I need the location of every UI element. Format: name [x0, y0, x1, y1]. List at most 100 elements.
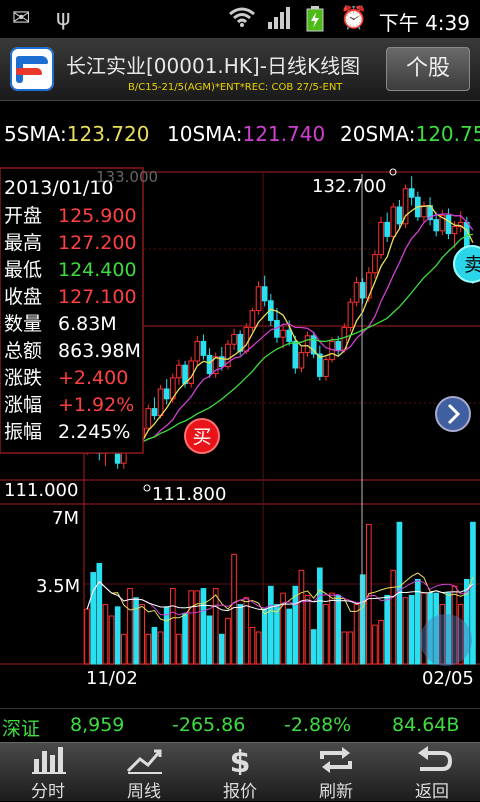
- candle-body: [292, 340, 299, 369]
- volume-bar: [157, 631, 164, 665]
- candle-body: [151, 408, 158, 417]
- candle-body: [304, 335, 311, 354]
- volume-bar: [329, 592, 335, 665]
- sell-label: 卖: [464, 254, 480, 276]
- candle-body: [451, 226, 458, 235]
- nav-weekly[interactable]: 周线: [96, 743, 192, 802]
- volume-bar: [151, 626, 158, 665]
- info-row-label: 振幅: [4, 421, 42, 443]
- info-row-value: 127.200: [58, 232, 137, 254]
- volume-bar: [218, 633, 225, 665]
- volume-bar: [261, 608, 268, 665]
- clock-time: 下午 4:39: [378, 11, 470, 35]
- status-bar: ✉ ψ ⏰ 下午 4:39: [0, 0, 480, 38]
- signal-icon: [266, 6, 292, 36]
- volume-bar: [231, 553, 237, 665]
- nav-timeshare[interactable]: 分时: [0, 743, 96, 802]
- volume-bar: [108, 615, 115, 665]
- volume-bar: [359, 574, 366, 665]
- usb-icon: ψ: [56, 6, 71, 31]
- market-index: 8,959: [70, 714, 125, 736]
- volume-bar: [292, 585, 299, 665]
- candle-body: [206, 354, 213, 375]
- kline-chart[interactable]: 2013/01/10 开盘 125.900最高 127.200最低 124.400收盘…: [0, 152, 480, 708]
- info-row-label: 最低: [4, 259, 42, 281]
- info-row-label: 数量: [4, 313, 42, 335]
- candle-body: [359, 282, 366, 299]
- candle-body: [421, 205, 427, 218]
- nav-quote[interactable]: $ 报价: [192, 743, 288, 802]
- wifi-icon: [228, 6, 256, 34]
- nav-refresh[interactable]: 刷新: [288, 743, 384, 802]
- candle-body: [286, 329, 293, 342]
- candle-body: [200, 340, 207, 356]
- svg-text:$: $: [230, 745, 251, 775]
- market-name: 深证: [2, 718, 41, 740]
- candle-body: [194, 340, 201, 362]
- info-row-label: 收盘: [4, 286, 42, 308]
- alarm-icon: ⏰: [340, 6, 368, 31]
- market-turnover: 84.64B: [392, 714, 460, 736]
- info-row-value: 127.100: [58, 286, 137, 308]
- candle-body: [176, 364, 182, 379]
- sma5-label: 5SMA:123.720: [4, 122, 150, 146]
- volume-bar: [402, 597, 409, 665]
- info-row-label: 总额: [4, 340, 42, 362]
- info-row-value: 124.400: [58, 259, 137, 281]
- candle-body: [335, 340, 342, 351]
- info-row-label: 最高: [4, 232, 42, 254]
- stock-button[interactable]: 个股: [386, 47, 470, 91]
- volume-bar: [225, 617, 231, 665]
- candle-body: [396, 206, 403, 225]
- volume-bar: [163, 606, 170, 665]
- nav-back[interactable]: 返回: [384, 743, 480, 802]
- next-arrow-icon[interactable]: [435, 396, 471, 432]
- candle-body: [390, 206, 397, 237]
- page-title: 长江实业[00001.HK]-日线K线图: [66, 54, 361, 78]
- candle-body: [255, 286, 262, 312]
- candle-body: [378, 221, 384, 256]
- volume-bar: [206, 615, 213, 665]
- buy-label: 买: [192, 426, 211, 448]
- refresh-icon: [320, 747, 352, 773]
- y-min-label: 111.000: [4, 480, 78, 501]
- volume-bar: [139, 604, 146, 665]
- volume-bar: [102, 604, 109, 665]
- volume-mid-label: 3.5M: [36, 576, 80, 597]
- volume-bar: [286, 608, 293, 665]
- info-row-value: 6.83M: [58, 313, 117, 335]
- volume-bar: [267, 585, 274, 665]
- max-annotation: 132.700: [312, 176, 386, 197]
- candle-body: [163, 388, 170, 400]
- stock-notice: B/C15-21/5(AGM)*ENT*REC: COB 27/5-ENT: [128, 82, 343, 93]
- min-annotation: 111.800: [152, 484, 226, 505]
- candle-body: [280, 329, 286, 338]
- volume-bar: [274, 604, 280, 665]
- volume-bar: [169, 588, 176, 665]
- candle-body: [323, 359, 329, 377]
- scroll-handle[interactable]: [420, 614, 472, 666]
- volume-bar: [249, 626, 256, 665]
- volume-bar: [335, 594, 342, 665]
- info-row-value: 2.245%: [58, 421, 130, 443]
- volume-bar: [120, 633, 127, 665]
- sma-summary: 5SMA:123.720 10SMA:121.740 20SMA:120.75: [0, 118, 480, 152]
- x-start-label: 11/02: [86, 668, 138, 689]
- candle-body: [384, 221, 391, 237]
- candle-body: [261, 286, 268, 302]
- volume-bar: [114, 606, 121, 665]
- volume-bar: [194, 590, 201, 665]
- candle-body: [372, 254, 378, 274]
- volume-bar: [372, 624, 378, 665]
- volume-bar: [384, 594, 391, 665]
- market-ticker[interactable]: 深证 8,959 -265.86 -2.88% 84.64B: [0, 708, 480, 743]
- volume-bar: [182, 613, 188, 665]
- sma10-label: 10SMA:121.740: [167, 122, 326, 146]
- dollar-icon: $: [230, 745, 251, 775]
- volume-bar: [341, 631, 348, 665]
- volume-bar: [145, 633, 152, 665]
- market-percent: -2.88%: [284, 714, 352, 736]
- candle-body: [433, 219, 440, 232]
- volume-bar: [255, 631, 262, 665]
- volume-bar: [200, 588, 207, 665]
